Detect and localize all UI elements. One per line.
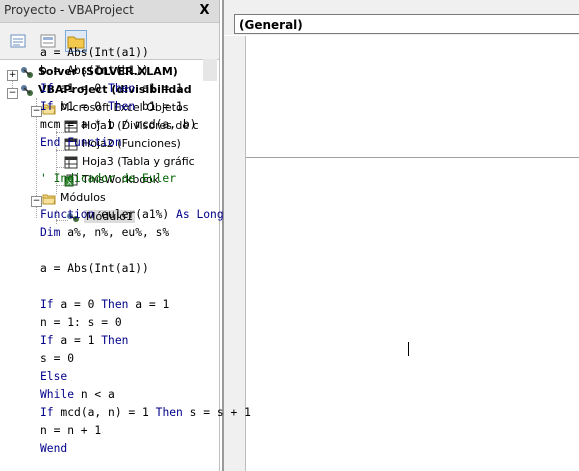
- code-text: n = 1: s = 0: [40, 316, 122, 329]
- code-line: If mcd(a, n) = 1 Then s = s + 1: [40, 404, 251, 422]
- project-explorer-titlebar[interactable]: Proyecto - VBAProject X: [0, 0, 219, 23]
- object-bar: (General): [224, 0, 579, 35]
- code-line: End Function: [40, 134, 122, 152]
- tree-node-modules[interactable]: Módulos: [42, 190, 106, 206]
- code-text: a1 = 1: [135, 82, 183, 95]
- code-line: n = 1: s = 0: [40, 314, 122, 332]
- code-keyword: As Long: [176, 208, 224, 221]
- folder-open-icon: [42, 192, 56, 205]
- code-line: If a = 0 Then a = 1: [40, 296, 169, 314]
- code-text: a = Abs(Int(a1)): [40, 262, 149, 275]
- code-comment: ' Indicador de Euler: [40, 172, 177, 185]
- code-line: n = n + 1: [40, 422, 101, 440]
- code-keyword: Then: [101, 298, 129, 311]
- tree-node-hoja3[interactable]: Hoja3 (Tabla y gráfic: [64, 154, 195, 170]
- code-keyword: Wend: [40, 442, 68, 455]
- expand-solver-toggle[interactable]: +: [7, 70, 18, 81]
- code-text: a%, n%, eu%, s%: [60, 226, 170, 239]
- code-window: (General): [222, 0, 579, 471]
- code-text: n < a: [74, 388, 115, 401]
- code-keyword: End Function: [40, 136, 122, 149]
- code-keyword: Then: [155, 406, 183, 419]
- collapse-vbaproject-toggle[interactable]: −: [7, 88, 18, 99]
- code-line: Else: [40, 368, 67, 386]
- code-text: mcd(a, n) = 1: [53, 406, 156, 419]
- code-text: b1 = 0: [53, 100, 109, 113]
- code-line: a = Abs(Int(a1)): [40, 44, 149, 62]
- vba-project-icon: [20, 66, 34, 79]
- code-keyword: While: [40, 388, 75, 401]
- code-line: Wend: [40, 440, 67, 458]
- vba-project-icon: [20, 84, 34, 97]
- code-line: While n < a: [40, 386, 115, 404]
- code-line: If b1 = 0 Then b1 = 1: [40, 98, 183, 116]
- code-text: euler(a1%): [94, 208, 177, 221]
- code-text: a = Abs(Int(a1)): [40, 46, 149, 59]
- code-line: If a = 1 Then: [40, 332, 128, 350]
- code-line: s = 0: [40, 350, 74, 368]
- code-keyword: Then: [101, 334, 129, 347]
- close-button[interactable]: X: [196, 3, 213, 18]
- code-text: b1 = 1: [135, 100, 183, 113]
- project-explorer-title: Proyecto - VBAProject: [4, 3, 134, 17]
- code-keyword: Dim: [40, 226, 61, 239]
- code-text: mcm = a * b / mcd(a, b): [40, 118, 197, 131]
- worksheet-icon: [64, 156, 78, 169]
- object-dropdown[interactable]: (General): [234, 14, 579, 34]
- code-text: a = 0: [53, 298, 102, 311]
- code-keyword: If: [40, 334, 54, 347]
- code-keyword: Then: [108, 100, 136, 113]
- code-line: Dim a%, n%, eu%, s%: [40, 224, 169, 242]
- code-keyword: Then: [108, 82, 136, 95]
- code-keyword: If: [40, 82, 54, 95]
- code-line: a = Abs(Int(a1)): [40, 260, 149, 278]
- code-keyword: If: [40, 298, 54, 311]
- procedure-separator: [246, 157, 579, 158]
- code-text: a = 1: [53, 334, 102, 347]
- code-text: b = Abs(Int(b1)): [40, 64, 149, 77]
- code-line: ' Indicador de Euler: [40, 170, 176, 188]
- view-code-icon[interactable]: [8, 31, 28, 51]
- code-text: s = s + 1: [182, 406, 251, 419]
- code-keyword: Function: [40, 208, 95, 221]
- code-text: n = n + 1: [40, 424, 102, 437]
- tree-node-label: Módulos: [60, 191, 106, 204]
- tree-node-label: Hoja3 (Tabla y gráfic: [82, 155, 195, 168]
- code-text: s = 0: [40, 352, 75, 365]
- code-keyword: If: [40, 100, 54, 113]
- code-text: a = 1: [128, 298, 170, 311]
- code-keyword: Else: [40, 370, 68, 383]
- code-line: If a1 = 0 Then a1 = 1: [40, 80, 183, 98]
- code-line: mcm = a * b / mcd(a, b): [40, 116, 196, 134]
- code-text: a1 = 0: [53, 82, 109, 95]
- code-keyword: If: [40, 406, 54, 419]
- code-line: b = Abs(Int(b1)): [40, 62, 149, 80]
- text-cursor: [408, 342, 409, 356]
- code-line: Function euler(a1%) As Long: [40, 206, 224, 224]
